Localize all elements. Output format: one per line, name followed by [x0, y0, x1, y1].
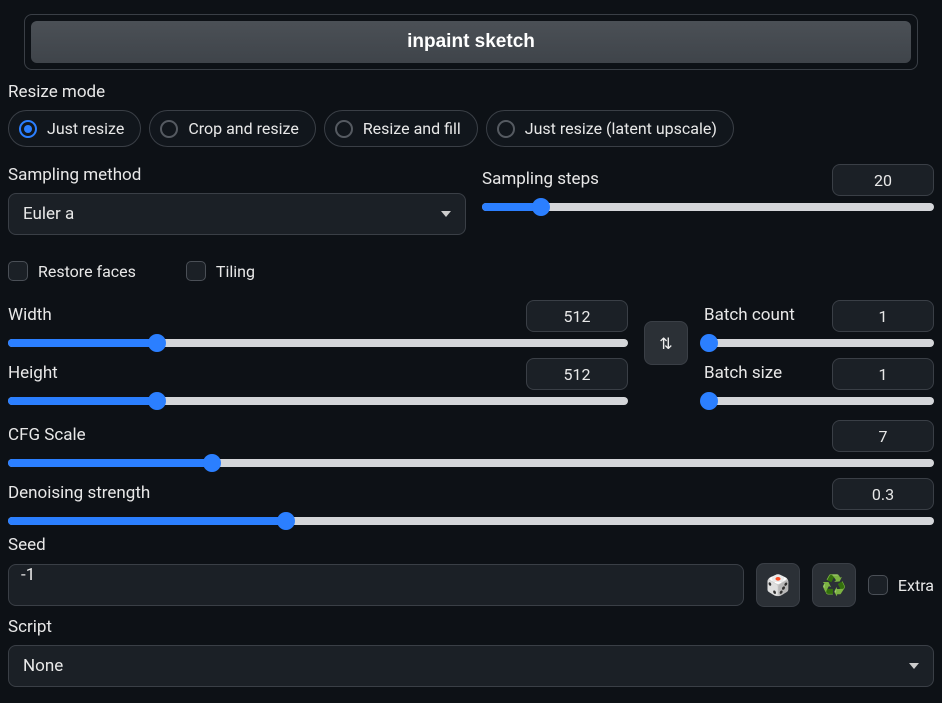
height-label: Height — [8, 363, 58, 383]
batch-size-value[interactable]: 1 — [832, 358, 934, 390]
width-label: Width — [8, 305, 52, 325]
sampling-steps-slider[interactable] — [482, 203, 934, 211]
resize-mode-option-label: Resize and fill — [363, 119, 461, 138]
batch-count-value[interactable]: 1 — [832, 300, 934, 332]
sampling-method-select[interactable]: Euler a — [8, 193, 466, 235]
checkbox-icon — [868, 575, 888, 595]
seed-extra-checkbox[interactable]: Extra — [868, 575, 934, 595]
checkbox-icon — [8, 261, 28, 281]
checkbox-icon — [186, 261, 206, 281]
sampling-method-group: Sampling method Euler a — [8, 159, 466, 235]
resize-mode-option[interactable]: Just resize — [8, 110, 141, 147]
resize-mode-option[interactable]: Just resize (latent upscale) — [486, 110, 734, 147]
cfg-scale-group: CFG Scale 7 — [8, 419, 934, 467]
chevron-down-icon — [909, 663, 919, 669]
height-slider[interactable] — [8, 397, 628, 405]
tab-bar: inpaint sketch — [24, 14, 918, 70]
swap-dimensions-button[interactable]: ⇅ — [644, 321, 688, 365]
recycle-icon: ♻️ — [821, 573, 846, 597]
denoising-label: Denoising strength — [8, 483, 150, 503]
swap-icon: ⇅ — [659, 334, 672, 353]
sampling-steps-value[interactable]: 20 — [832, 164, 934, 196]
batch-count-slider[interactable] — [704, 339, 934, 347]
dimensions-left: Width 512 Height 512 — [8, 295, 628, 415]
script-label: Script — [8, 617, 934, 637]
width-value[interactable]: 512 — [526, 300, 628, 332]
resize-mode-option[interactable]: Resize and fill — [324, 110, 478, 147]
sampling-method-value: Euler a — [23, 204, 74, 224]
tiling-label: Tiling — [216, 262, 255, 281]
script-select[interactable]: None — [8, 645, 934, 687]
batch-size-group: Batch size 1 — [704, 357, 934, 405]
resize-mode-option-label: Crop and resize — [188, 119, 299, 138]
restore-faces-checkbox[interactable]: Restore faces — [8, 261, 136, 281]
width-group: Width 512 — [8, 299, 628, 347]
dice-icon: 🎲 — [765, 573, 790, 597]
seed-label: Seed — [8, 535, 934, 555]
batch-count-group: Batch count 1 — [704, 299, 934, 347]
radio-icon — [335, 120, 353, 138]
restore-faces-label: Restore faces — [38, 262, 136, 281]
cfg-scale-slider[interactable] — [8, 459, 934, 467]
batch-size-slider[interactable] — [704, 397, 934, 405]
denoising-group: Denoising strength 0.3 — [8, 477, 934, 525]
sampling-method-label: Sampling method — [8, 165, 466, 185]
resize-mode-option-label: Just resize — [47, 119, 124, 138]
radio-icon — [160, 120, 178, 138]
seed-reuse-button[interactable]: ♻️ — [812, 563, 856, 607]
width-slider[interactable] — [8, 339, 628, 347]
batch-count-label: Batch count — [704, 305, 795, 325]
script-group: Script None — [8, 617, 934, 687]
height-value[interactable]: 512 — [526, 358, 628, 390]
chevron-down-icon — [441, 211, 451, 217]
radio-icon — [19, 120, 37, 138]
cfg-scale-label: CFG Scale — [8, 425, 86, 445]
seed-random-button[interactable]: 🎲 — [756, 563, 800, 607]
tab-inpaint-sketch[interactable]: inpaint sketch — [31, 21, 911, 63]
sampling-steps-group: Sampling steps 20 — [482, 159, 934, 235]
denoising-slider[interactable] — [8, 517, 934, 525]
script-value: None — [23, 656, 63, 676]
seed-extra-label: Extra — [898, 576, 934, 595]
resize-mode-option-label: Just resize (latent upscale) — [525, 119, 717, 138]
height-group: Height 512 — [8, 357, 628, 405]
batch-right: Batch count 1 Batch size 1 — [704, 295, 934, 415]
cfg-scale-value[interactable]: 7 — [832, 420, 934, 452]
resize-mode-option[interactable]: Crop and resize — [149, 110, 316, 147]
seed-input[interactable]: -1 — [8, 564, 744, 606]
resize-mode-group: Resize mode Just resize Crop and resize Re… — [8, 82, 934, 147]
radio-icon — [497, 120, 515, 138]
resize-mode-label: Resize mode — [8, 82, 934, 102]
seed-group: Seed -1 🎲 ♻️ Extra — [8, 535, 934, 607]
denoising-value[interactable]: 0.3 — [832, 478, 934, 510]
batch-size-label: Batch size — [704, 363, 782, 383]
tiling-checkbox[interactable]: Tiling — [186, 261, 255, 281]
sampling-steps-label: Sampling steps — [482, 169, 599, 189]
